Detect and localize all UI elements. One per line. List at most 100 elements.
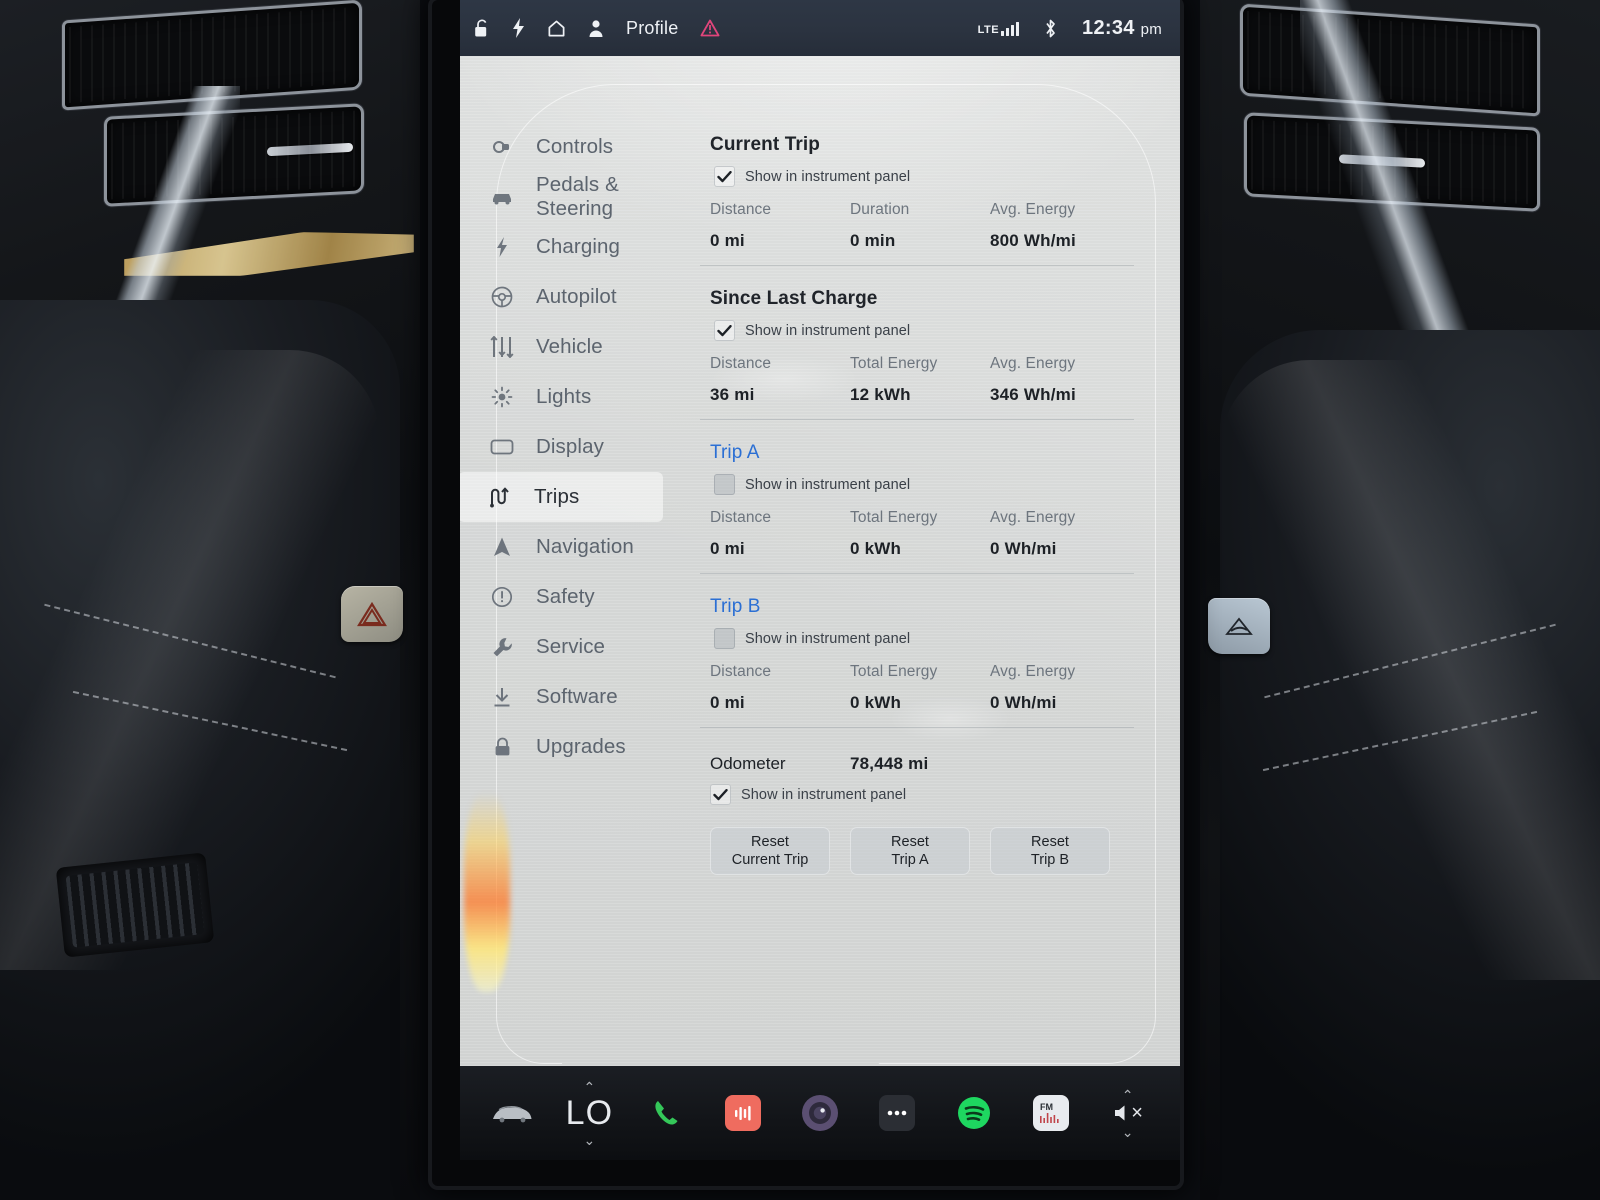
metric-label: Avg. Energy bbox=[990, 663, 1076, 680]
metric-unit: Wh/mi bbox=[1004, 539, 1057, 558]
reset-trip-a-button[interactable]: Reset Trip A bbox=[850, 827, 970, 875]
sidebar-item-charging[interactable]: Charging bbox=[460, 222, 690, 272]
metric-duration: Duration 0 min bbox=[850, 201, 990, 251]
settings-sidebar: Controls Pedals & Steering Charging Auto… bbox=[460, 112, 690, 772]
display-icon bbox=[490, 435, 514, 459]
vent-knob-left[interactable] bbox=[267, 142, 353, 157]
hazard-lights-button[interactable] bbox=[341, 586, 403, 642]
metric-value: 0 kWh bbox=[850, 539, 990, 559]
reset-current-trip-button[interactable]: Reset Current Trip bbox=[710, 827, 830, 875]
sidebar-item-label: Safety bbox=[536, 585, 595, 608]
odometer-show-in-instrument-panel-row[interactable]: Show in instrument panel bbox=[710, 784, 1140, 805]
section-title-trip-a[interactable]: Trip A bbox=[710, 442, 1134, 464]
profile-label[interactable]: Profile bbox=[626, 18, 678, 39]
show-in-instrument-panel-row[interactable]: Show in instrument panel bbox=[714, 628, 1134, 649]
more-apps-button[interactable] bbox=[858, 1066, 935, 1160]
show-in-instrument-panel-checkbox[interactable] bbox=[714, 320, 735, 341]
reset-trip-b-button[interactable]: Reset Trip B bbox=[990, 827, 1110, 875]
sidebar-item-label: Controls bbox=[536, 135, 614, 158]
fm-radio-button[interactable]: FM bbox=[1012, 1066, 1089, 1160]
chevron-up-icon[interactable]: ⌃ bbox=[583, 1080, 595, 1094]
metric-unit: kWh bbox=[874, 385, 911, 404]
phone-button[interactable] bbox=[628, 1066, 705, 1160]
section-odometer: Odometer 78,448 mi Show in instrument pa… bbox=[700, 728, 1140, 889]
metric-total-energy: Total Energy 0 kWh bbox=[850, 663, 990, 713]
camera-button[interactable] bbox=[782, 1066, 859, 1160]
show-in-instrument-panel-row[interactable]: Show in instrument panel bbox=[714, 166, 1134, 187]
metric-number: 0 bbox=[990, 693, 1000, 712]
sidebar-item-label: Vehicle bbox=[536, 335, 603, 358]
metric-number: 12 bbox=[850, 385, 870, 404]
show-in-instrument-panel-checkbox[interactable] bbox=[710, 784, 731, 805]
sidebar-item-label: Autopilot bbox=[536, 285, 617, 308]
metric-label: Total Energy bbox=[850, 509, 938, 526]
sidebar-item-autopilot[interactable]: Autopilot bbox=[460, 272, 690, 322]
bolt-icon[interactable] bbox=[512, 18, 525, 38]
metric-label: Avg. Energy bbox=[990, 201, 1076, 218]
metric-unit: mi bbox=[724, 231, 745, 250]
odometer-number: 78,448 bbox=[850, 754, 904, 773]
hazard-triangle-icon bbox=[357, 601, 387, 627]
wrench-icon bbox=[490, 635, 514, 659]
metric-number: 0 bbox=[850, 539, 860, 558]
rear-defog-icon bbox=[1225, 617, 1253, 635]
metric-number: 0 bbox=[850, 231, 860, 250]
sidebar-item-software[interactable]: Software bbox=[460, 672, 690, 722]
steering-icon bbox=[490, 285, 514, 309]
reset-buttons-row: Reset Current Trip Reset Trip A Reset Tr… bbox=[710, 827, 1140, 875]
sidebar-item-display[interactable]: Display bbox=[460, 422, 690, 472]
volume-control[interactable]: ⌃ × ⌄ bbox=[1089, 1066, 1166, 1160]
car-status-button[interactable] bbox=[474, 1066, 551, 1160]
sidebar-item-controls[interactable]: Controls bbox=[460, 122, 690, 172]
unlock-icon[interactable] bbox=[474, 19, 490, 38]
sidebar-item-trips[interactable]: Trips bbox=[460, 472, 663, 522]
home-icon[interactable] bbox=[547, 19, 566, 38]
person-icon[interactable] bbox=[588, 19, 604, 38]
climate-temperature-control[interactable]: ⌃ LO ⌄ bbox=[551, 1066, 628, 1160]
metric-avg-energy: Avg. Energy 0 Wh/mi bbox=[990, 663, 1140, 713]
bluetooth-icon[interactable] bbox=[1043, 18, 1058, 39]
signal-bars-icon bbox=[1001, 21, 1020, 36]
tesla-touchscreen[interactable]: Profile LTE 12:34 pm Controls Pedals & S… bbox=[460, 0, 1180, 1160]
metric-label: Distance bbox=[710, 201, 772, 218]
section-current-trip: Current Trip Show in instrument panel Di… bbox=[700, 112, 1134, 266]
metric-label: Distance bbox=[710, 355, 772, 372]
metric-value: 0 min bbox=[850, 231, 990, 251]
metric-unit: kWh bbox=[864, 539, 902, 558]
button-line-1: Reset bbox=[891, 834, 929, 850]
rear-defog-button[interactable] bbox=[1208, 598, 1270, 654]
button-line-1: Reset bbox=[1031, 834, 1069, 850]
section-title-trip-b[interactable]: Trip B bbox=[710, 596, 1134, 618]
sidebar-item-pedals-steering[interactable]: Pedals & Steering bbox=[460, 172, 690, 222]
metric-unit: mi bbox=[734, 385, 755, 404]
sidebar-item-upgrades[interactable]: Upgrades bbox=[460, 722, 690, 772]
sidebar-item-navigation[interactable]: Navigation bbox=[460, 522, 690, 572]
metric-label: Distance bbox=[710, 509, 772, 526]
spotify-button[interactable] bbox=[935, 1066, 1012, 1160]
sidebar-item-label: Navigation bbox=[536, 535, 634, 558]
sidebar-item-lights[interactable]: Lights bbox=[460, 372, 690, 422]
volume-chevron-up-icon[interactable]: ⌃ bbox=[1122, 1088, 1134, 1102]
checkmark-icon bbox=[717, 170, 732, 182]
metric-distance: Distance 0 mi bbox=[710, 663, 850, 713]
show-in-instrument-panel-checkbox[interactable] bbox=[714, 166, 735, 187]
metric-distance: Distance 0 mi bbox=[710, 201, 850, 251]
cellular-status: LTE bbox=[978, 21, 1020, 36]
clock[interactable]: 12:34 pm bbox=[1082, 17, 1162, 40]
sidebar-item-safety[interactable]: Safety bbox=[460, 572, 690, 622]
volume-chevron-down-icon[interactable]: ⌄ bbox=[1122, 1125, 1134, 1139]
metric-value: 12 kWh bbox=[850, 385, 990, 405]
chevron-down-icon[interactable]: ⌄ bbox=[583, 1133, 595, 1147]
more-icon bbox=[878, 1095, 915, 1131]
settings-panel: Controls Pedals & Steering Charging Auto… bbox=[460, 56, 1180, 1066]
sidebar-item-vehicle[interactable]: Vehicle bbox=[460, 322, 690, 372]
metric-label: Total Energy bbox=[850, 355, 938, 372]
media-button[interactable] bbox=[705, 1066, 782, 1160]
show-in-instrument-panel-checkbox[interactable] bbox=[714, 474, 735, 495]
warning-triangle-icon[interactable] bbox=[700, 19, 720, 37]
show-in-instrument-panel-row[interactable]: Show in instrument panel bbox=[714, 474, 1134, 495]
show-in-instrument-panel-checkbox[interactable] bbox=[714, 628, 735, 649]
show-in-instrument-panel-row[interactable]: Show in instrument panel bbox=[714, 320, 1134, 341]
metric-value: 346 Wh/mi bbox=[990, 385, 1140, 405]
sidebar-item-service[interactable]: Service bbox=[460, 622, 690, 672]
